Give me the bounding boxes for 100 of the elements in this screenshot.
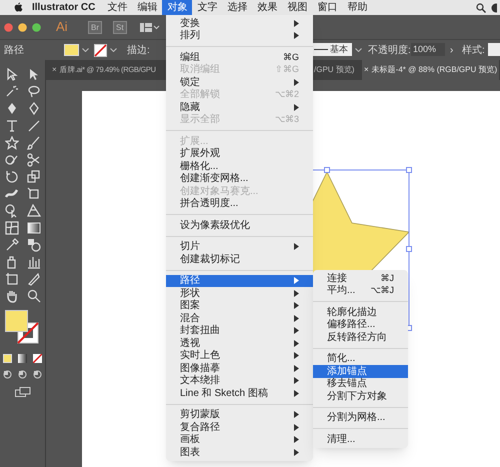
more-options-button[interactable]: › [450, 43, 454, 58]
tab-title-fragment: /GPU 预览) [314, 64, 354, 76]
menu-item[interactable]: 添加锚点 [313, 365, 408, 378]
menu-item[interactable]: 轮廓化描边 [313, 306, 408, 318]
menu-item[interactable]: 拼合透明度... [166, 198, 313, 210]
keyboard-shortcut: ⌥⌘2 [274, 88, 299, 101]
line-icon [314, 48, 328, 51]
rotate-icon [4, 170, 18, 184]
menu-item[interactable]: 帮助 [342, 0, 372, 15]
none-swatch-icon [33, 354, 42, 363]
stroke-profile-dropdown[interactable]: 基本 [312, 43, 352, 56]
menu-item[interactable]: 简化... [313, 352, 408, 365]
menu-item[interactable]: 平均... ⌥⌘J [313, 284, 408, 297]
slice-icon [26, 272, 40, 286]
close-button[interactable]: × [364, 64, 369, 76]
brush-icon [26, 136, 40, 150]
keyboard-shortcut: ⌥⌘J [370, 284, 394, 297]
menu-item[interactable]: 画板 [166, 434, 313, 446]
menu-item[interactable]: 路径 [166, 274, 313, 287]
submenu-arrow-icon [294, 104, 299, 111]
menu-item[interactable]: 排列 [166, 30, 313, 42]
line-icon [26, 118, 40, 132]
menu-item[interactable]: 编辑 [132, 0, 162, 15]
menu-item[interactable]: 分割为网格... [313, 412, 408, 424]
menu-item[interactable]: 栅格化... [166, 160, 313, 172]
menu-item[interactable]: 连接 ⌘J [313, 272, 408, 284]
mesh-icon [4, 220, 18, 234]
opacity-field[interactable]: 100% [411, 43, 445, 56]
curvature-pen-icon [26, 102, 40, 116]
close-button[interactable]: × [52, 64, 57, 76]
keyboard-shortcut: ⌥⌘3 [274, 113, 299, 126]
menu-item[interactable]: 扩展外观 [166, 148, 313, 160]
keyboard-shortcut: ⌘J [380, 272, 394, 284]
menu-item[interactable]: 移去锚点 [313, 378, 408, 390]
menu-item[interactable]: 视图 [282, 0, 312, 15]
menu-item[interactable]: 文字 [192, 0, 222, 15]
hand-icon [4, 288, 18, 302]
menu-item[interactable]: 混合 [166, 312, 313, 324]
stroke-label: 描边: [127, 44, 150, 58]
lasso-icon [26, 84, 40, 98]
perspective-grid-icon [26, 204, 40, 218]
gradient-swatch-icon [18, 354, 27, 363]
search-icon [476, 2, 486, 12]
document-tab[interactable]: × 未标题-4* @ 88% (RGB/GPU 预览) [362, 60, 500, 80]
menu-item[interactable]: 文件 [102, 0, 132, 15]
app-name: Illustrator CC [32, 1, 96, 15]
apple-logo-icon [14, 2, 23, 13]
fill-swatch[interactable] [4, 310, 28, 332]
menu-item[interactable]: 剪切蒙版 [166, 408, 313, 421]
layout-grid-icon [140, 22, 160, 32]
star-icon [4, 136, 18, 150]
menu-item[interactable]: 偏移路径... [313, 318, 408, 331]
menu-item[interactable]: 图表 [166, 446, 313, 458]
menu-item[interactable]: 变换 [166, 17, 313, 30]
menu-item[interactable]: 窗口 [312, 0, 342, 15]
menu-item[interactable]: 封套扭曲 [166, 324, 313, 337]
scissors-icon [26, 152, 40, 166]
artboard-icon [4, 272, 18, 286]
menu-item[interactable]: 锁定 [166, 76, 313, 88]
width-tool-icon [4, 186, 18, 200]
blend-icon [26, 238, 40, 252]
menu-item[interactable]: 切片 [166, 240, 313, 253]
selection-arrow-icon [4, 68, 18, 82]
menu-item[interactable]: 编组 ⌘G [166, 51, 313, 64]
gradient-icon [26, 220, 40, 234]
menu-item[interactable]: 对象 [162, 0, 192, 15]
zoom-icon [26, 288, 40, 302]
menu-item[interactable]: 创建裁切标记 [166, 253, 313, 266]
color-mode-swatch[interactable] [3, 354, 12, 363]
menu-item[interactable]: 隐藏 [166, 101, 313, 114]
symbol-sprayer-icon [4, 254, 18, 268]
opacity-label: 不透明度: [368, 44, 411, 58]
menu-item[interactable]: 创建渐变网格... [166, 172, 313, 185]
menu-item[interactable]: 文本绕排 [166, 374, 313, 387]
submenu-arrow-icon [294, 78, 299, 86]
keyboard-shortcut: ⌘G [282, 50, 299, 64]
style-swatch[interactable] [488, 43, 500, 56]
menu-item[interactable]: 设为像素级优化 [166, 219, 313, 232]
menu-item[interactable]: 图像描摹 [166, 362, 313, 374]
menu-item[interactable]: 透视 [166, 337, 313, 350]
stroke-none-swatch [94, 44, 107, 56]
menu-item[interactable]: 分割下方对象 [313, 390, 408, 402]
menu-item[interactable]: 效果 [252, 0, 282, 15]
app-logo: Ai [56, 18, 69, 36]
style-label: 样式: [462, 44, 485, 58]
menu-item[interactable]: Line 和 Sketch 图稿 [166, 387, 313, 400]
submenu-arrow-icon [294, 243, 299, 250]
fill-swatch[interactable] [64, 44, 79, 56]
menu-item[interactable]: 实时上色 [166, 350, 313, 362]
eyedropper-icon [4, 238, 18, 252]
chevron-down-icon [110, 48, 117, 52]
menu-item[interactable]: 形状 [166, 287, 313, 300]
menu-item[interactable]: 反转路径方向 [313, 331, 408, 344]
menu-item[interactable]: 复合路径 [166, 421, 313, 434]
menu-item[interactable]: 清理... [313, 433, 408, 446]
menu-item[interactable]: 图案 [166, 300, 313, 312]
menu-extra-icon [491, 2, 497, 12]
menu-item[interactable]: 选择 [222, 0, 252, 15]
chevron-down-icon [82, 48, 89, 52]
scale-icon [26, 170, 40, 184]
